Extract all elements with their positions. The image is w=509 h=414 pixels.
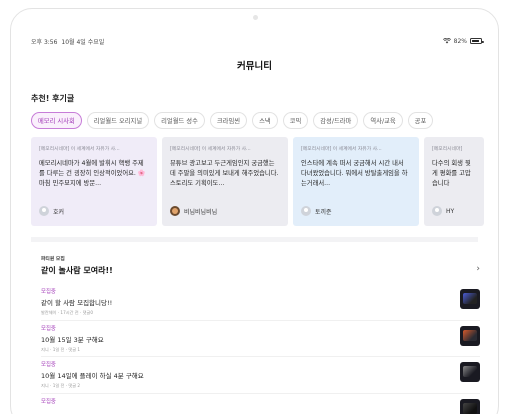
card-username: 호커	[53, 208, 65, 216]
page-title: 커뮤니티	[237, 61, 272, 72]
review-card[interactable]: [메모리시네마] 이 세계에서 자유가 사... 뮤튜브 광고보고 두근게임인지…	[162, 137, 288, 226]
card-body: 다수의 회생 뭣게 평화를 고맙습니다	[432, 160, 471, 187]
post-status: 모집중	[41, 398, 56, 405]
card-user: HY	[432, 206, 454, 216]
card-body: 인스타에 계속 떠서 궁금해서 시간 내서 다녀왔었습니다. 뭐에서 방탈출게임…	[301, 160, 408, 187]
post-thumbnail	[460, 325, 480, 346]
chip-crime-scene[interactable]: 크라임씬	[209, 112, 248, 129]
card-username: 토끼준	[315, 208, 332, 216]
card-tag: [메모리시네마] 이 세계에서 자유가 사...	[301, 147, 382, 152]
chip-history[interactable]: 역사/교육	[363, 112, 403, 129]
post-title: 같이 할 사람 모집합니당!!	[41, 299, 113, 307]
card-tag: [메모리시네마] 이 세계에서 자유가 사...	[170, 147, 251, 152]
post-thumbnail	[460, 398, 480, 414]
battery-icon	[470, 38, 484, 44]
post-meta: 지니 · 1일 전 · 댓글 1	[41, 346, 81, 352]
post-thumbnail	[460, 289, 480, 309]
post-meta: 지니 · 1일 전 · 댓글 2	[41, 383, 81, 388]
review-card[interactable]: [메모리시네마] 이 세계에서 자유가 사... 인스타에 계속 떠서 궁금해서…	[293, 137, 419, 226]
chevron-right-icon[interactable]: ›	[476, 264, 480, 274]
section-divider	[31, 237, 478, 242]
party-post-list: 모집중 같이 할 사람 모집합니당!! 발란체이 · 17시간 전 · 댓글0 …	[41, 284, 480, 414]
post-status: 모집중	[41, 325, 56, 332]
list-item[interactable]: 모집중 10월 15일 3분 구해요 지니 · 1일 전 · 댓글 1	[41, 321, 480, 357]
card-body: 메모리시네마가 4월에 발휘시 핵뱅 주제를 다루는 건 굉장히 인상적이었어요…	[39, 160, 146, 187]
chip-realworld-seongsu[interactable]: 리얼월드 성수	[154, 112, 205, 129]
card-user: 호커	[39, 206, 64, 216]
review-card[interactable]: [메모리시네마] 다수의 회생 뭣게 평화를 고맙습니다 HY	[424, 137, 484, 226]
party-section-label: 파티원 모집	[41, 257, 65, 262]
status-date: 10월 4일 수요일	[61, 38, 105, 46]
post-thumbnail	[460, 362, 480, 382]
review-card[interactable]: [메모리시네마] 이 세계에서 자유가 사... 메모리시네마가 4월에 발휘시…	[31, 137, 157, 226]
chip-horror[interactable]: 공포	[407, 112, 434, 129]
post-status: 모집중	[41, 289, 56, 295]
party-section-title: 같이 놀사람 모여라!!	[41, 266, 113, 275]
list-item[interactable]: 모집중 같이 할 사람 모집합니당!! 발란체이 · 17시간 전 · 댓글0	[41, 284, 480, 321]
chip-realworld-original[interactable]: 리얼월드 오리지널	[86, 112, 150, 129]
battery-percent: 82%	[453, 37, 467, 45]
tablet-frame: 오후 3:56 10월 4일 수요일 82% 커뮤니티 추천! 후기글 메모리 …	[10, 8, 499, 414]
card-tag: [메모리시네마]	[432, 147, 463, 152]
post-status: 모집중	[41, 362, 56, 368]
post-meta: 발란체이 · 17시간 전 · 댓글0	[41, 310, 93, 315]
avatar	[301, 206, 311, 216]
category-chips: 메모리 시사회 리얼월드 오리지널 리얼월드 성수 크라임씬 스낵 코믹 감성/…	[31, 112, 434, 129]
status-bar: 오후 3:56 10월 4일 수요일 82%	[31, 35, 484, 47]
card-tag: [메모리시네마] 이 세계에서 자유가 사...	[39, 147, 120, 152]
avatar	[39, 206, 49, 216]
list-item[interactable]: 모집중 10월 14일에 플레이 하실 4분 구해요 지니 · 1일 전 · 댓…	[41, 357, 480, 394]
chip-memory-cinema[interactable]: 메모리 시사회	[31, 112, 82, 129]
card-username: HY	[446, 207, 455, 215]
list-item[interactable]: 모집중	[41, 394, 480, 414]
card-username: 비님비님비님	[184, 208, 218, 216]
chip-drama[interactable]: 감성/드라마	[313, 112, 359, 129]
card-user: 토끼준	[301, 206, 332, 216]
wifi-icon	[442, 38, 451, 44]
chip-comic[interactable]: 코믹	[282, 112, 309, 129]
card-body: 뮤튜브 광고보고 두근게임인지 궁금했는데 주말을 의미있게 보내게 해주었습니…	[170, 160, 279, 187]
avatar	[170, 206, 180, 216]
recommended-section-title: 추천! 후기글	[31, 94, 75, 103]
post-title: 10월 15일 3분 구해요	[41, 335, 104, 344]
camera-dot	[253, 15, 258, 20]
chip-snack[interactable]: 스낵	[252, 112, 278, 129]
review-cards: [메모리시네마] 이 세계에서 자유가 사... 메모리시네마가 4월에 발휘시…	[31, 137, 484, 226]
avatar	[432, 206, 442, 216]
card-user: 비님비님비님	[170, 206, 217, 216]
post-title: 10월 14일에 플레이 하실 4분 구해요	[41, 372, 144, 380]
status-time: 오후 3:56	[31, 38, 58, 46]
